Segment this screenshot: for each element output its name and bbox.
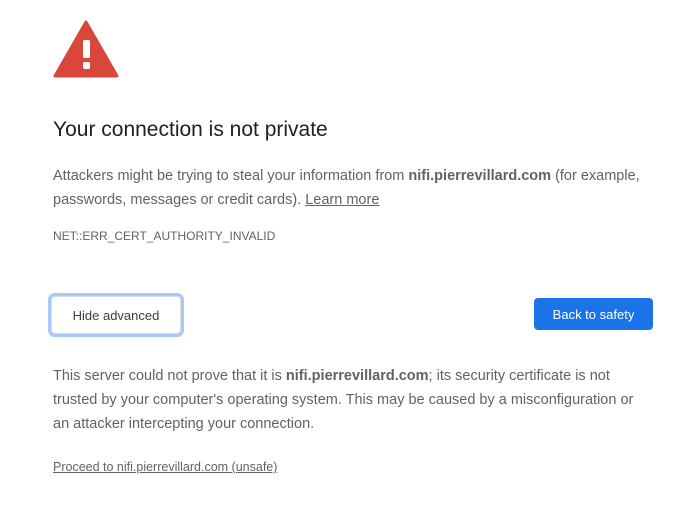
proceed-unsafe-link[interactable]: Proceed to nifi.pierrevillard.com (unsaf… bbox=[53, 460, 277, 474]
host-name: nifi.pierrevillard.com bbox=[408, 168, 552, 184]
learn-more-link[interactable]: Learn more bbox=[305, 192, 379, 208]
main-message-text: Attackers might be trying to steal your … bbox=[53, 168, 409, 184]
page-title: Your connection is not private bbox=[53, 118, 328, 141]
main-message: Attackers might be trying to steal your … bbox=[53, 164, 653, 212]
hide-advanced-button[interactable]: Hide advanced bbox=[51, 296, 181, 334]
back-to-safety-button[interactable]: Back to safety bbox=[534, 298, 653, 330]
interstitial-page: Your connection is not private Attackers… bbox=[0, 0, 700, 516]
details-text: This server could not prove that it is bbox=[53, 368, 286, 384]
warning-triangle-icon bbox=[53, 20, 119, 78]
details-host-name: nifi.pierrevillard.com bbox=[285, 368, 429, 384]
error-code: NET::ERR_CERT_AUTHORITY_INVALID bbox=[53, 229, 276, 243]
details-message: This server could not prove that it is n… bbox=[53, 364, 653, 436]
